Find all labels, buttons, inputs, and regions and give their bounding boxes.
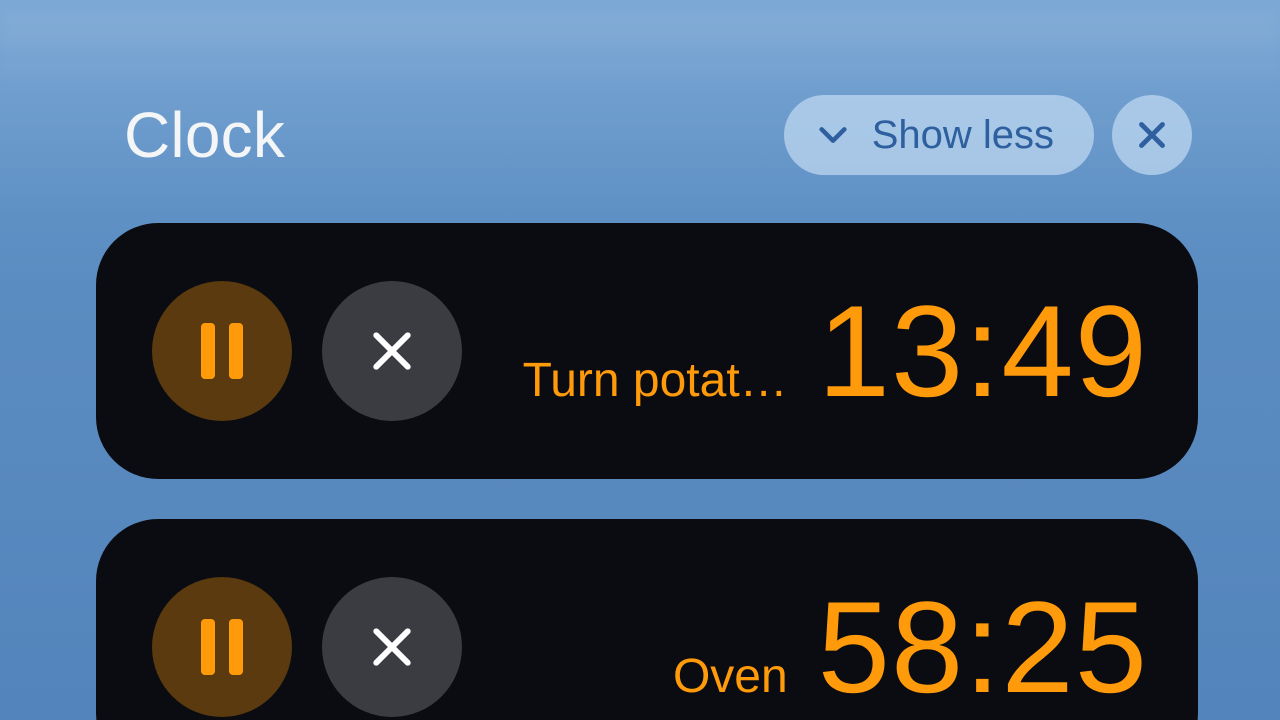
timer-time: 13:49 bbox=[818, 286, 1148, 416]
timer-time: 58:25 bbox=[818, 582, 1148, 712]
show-less-button[interactable]: Show less bbox=[784, 95, 1094, 175]
dismiss-stack-button[interactable] bbox=[1112, 95, 1192, 175]
clock-notification-stack: Clock Show less bbox=[96, 95, 1198, 720]
cancel-timer-button[interactable] bbox=[322, 281, 462, 421]
close-icon bbox=[365, 620, 419, 674]
timer-body: Oven 58:25 bbox=[462, 582, 1148, 712]
timer-label: Turn potat… bbox=[523, 353, 788, 408]
wallpaper-background: Clock Show less bbox=[0, 0, 1280, 720]
pause-icon bbox=[201, 619, 243, 675]
chevron-down-icon bbox=[816, 118, 850, 152]
timer-controls bbox=[152, 577, 462, 717]
cancel-timer-button[interactable] bbox=[322, 577, 462, 717]
timer-card[interactable]: Oven 58:25 bbox=[96, 519, 1198, 720]
stack-header-actions: Show less bbox=[784, 95, 1192, 175]
close-icon bbox=[365, 324, 419, 378]
timer-body: Turn potat… 13:49 bbox=[462, 286, 1148, 416]
timer-label: Oven bbox=[673, 649, 788, 704]
pause-icon bbox=[201, 323, 243, 379]
show-less-label: Show less bbox=[872, 113, 1054, 158]
stack-title: Clock bbox=[102, 98, 285, 172]
close-icon bbox=[1134, 117, 1170, 153]
timer-controls bbox=[152, 281, 462, 421]
pause-button[interactable] bbox=[152, 577, 292, 717]
stack-header: Clock Show less bbox=[96, 95, 1198, 175]
timer-card[interactable]: Turn potat… 13:49 bbox=[96, 223, 1198, 479]
pause-button[interactable] bbox=[152, 281, 292, 421]
